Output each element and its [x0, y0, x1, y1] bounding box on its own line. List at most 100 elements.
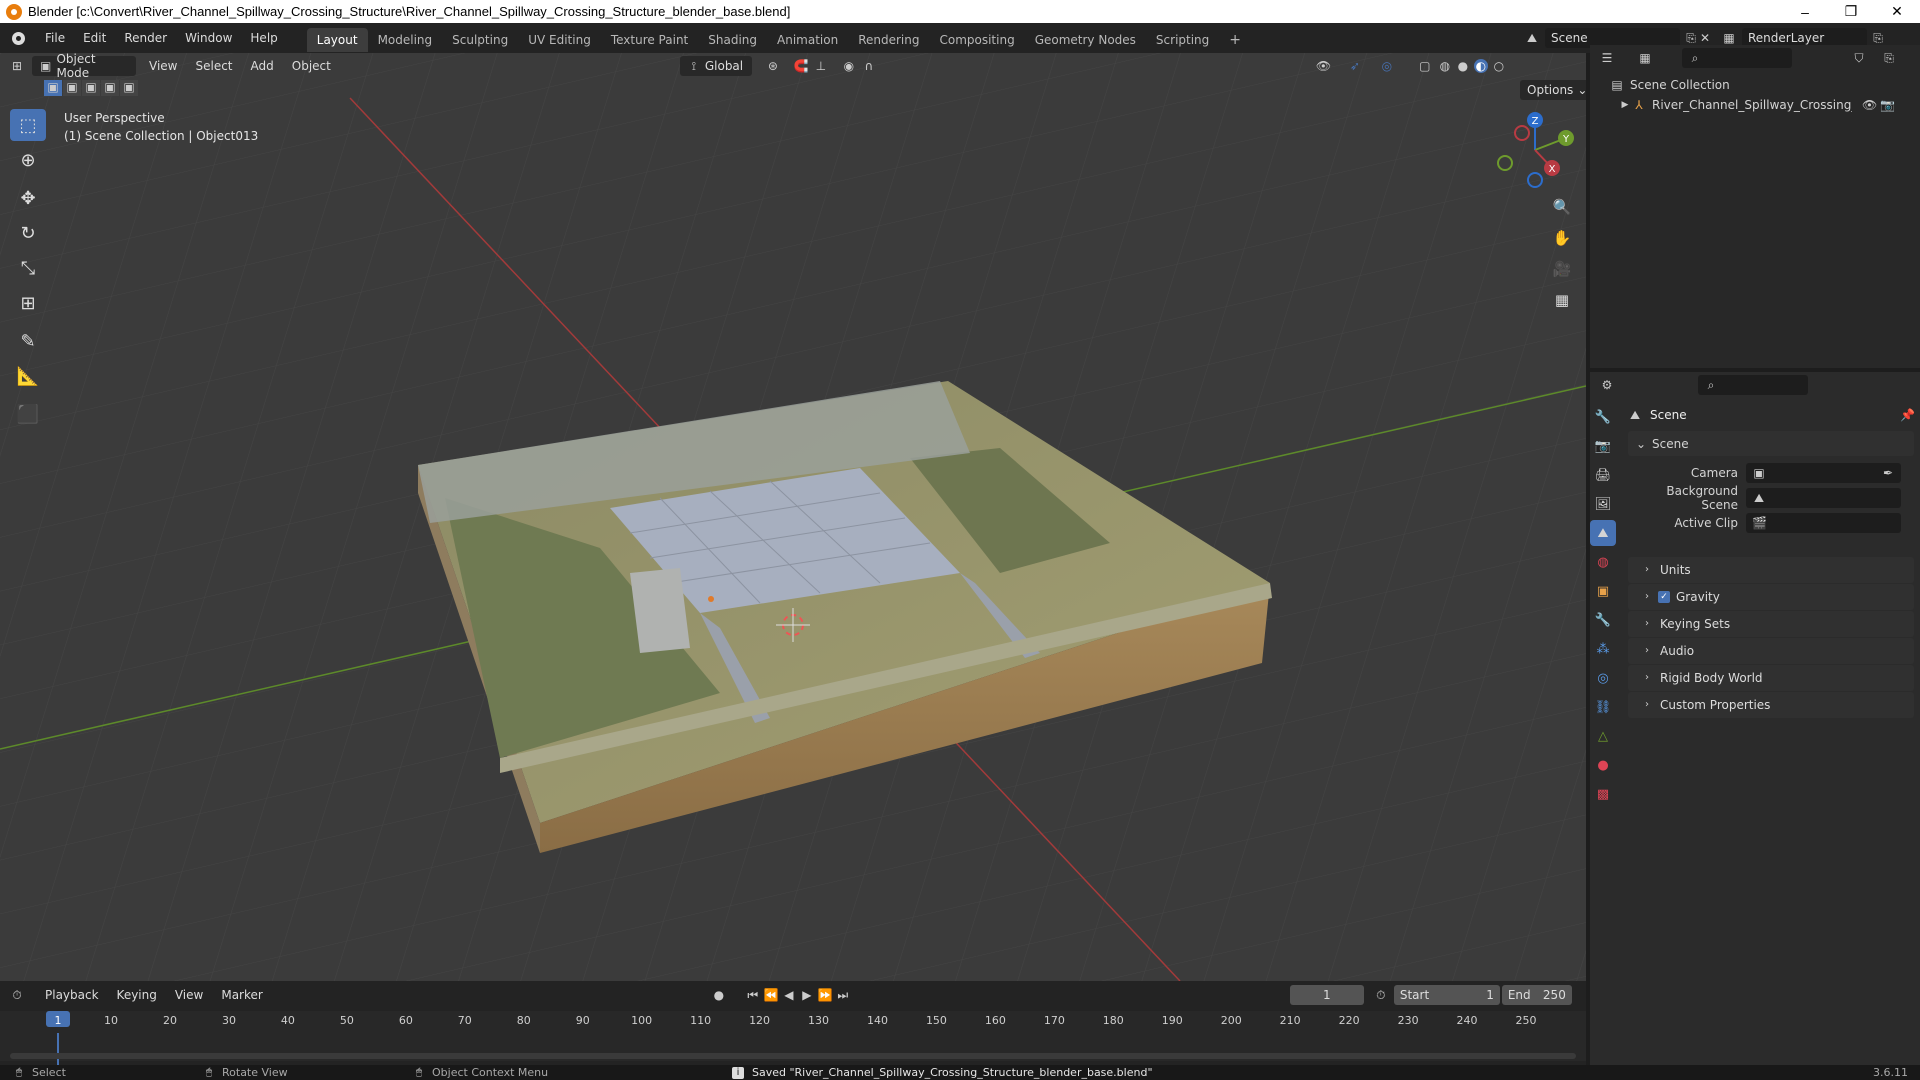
scene-icon[interactable]: ⛰ [1525, 31, 1539, 45]
zoom-icon[interactable]: 🔍 [1548, 193, 1576, 221]
end-frame-field[interactable]: End 250 [1501, 984, 1572, 1005]
gravity-checkbox[interactable]: ✓ [1658, 591, 1670, 603]
snap-target-icon[interactable]: ⊥ [814, 59, 828, 73]
outliner-search-field[interactable]: ⌕ [1682, 48, 1792, 68]
menu-file[interactable]: File [36, 23, 74, 53]
render-camera-icon[interactable]: 📷 [1880, 98, 1895, 112]
background-scene-field[interactable]: ⛰ [1746, 487, 1901, 508]
viewport-menu-select[interactable]: Select [186, 56, 241, 76]
new-view-layer-icon[interactable]: ⎘ [1871, 31, 1885, 45]
display-mode-icon[interactable]: ▦ [1638, 51, 1652, 65]
select-difference-icon[interactable]: ▣ [101, 80, 119, 96]
camera-field[interactable]: ▣ ✒ [1746, 462, 1901, 483]
solid-shading-icon[interactable]: ● [1456, 59, 1470, 73]
scene-panel-header[interactable]: ⌄ Scene [1628, 431, 1914, 456]
minimize-button[interactable]: – [1782, 4, 1828, 20]
menu-help[interactable]: Help [241, 23, 286, 53]
annotate-tool-icon[interactable]: ✎ [10, 325, 46, 357]
tab-compositing[interactable]: Compositing [929, 28, 1024, 52]
tab-uv-editing[interactable]: UV Editing [518, 28, 601, 52]
perspective-toggle-icon[interactable]: ▦ [1548, 286, 1576, 314]
filter-icon[interactable]: ⛉ [1852, 51, 1866, 65]
timeline-scrollbar[interactable] [10, 1053, 1576, 1059]
mode-selector[interactable]: ▣ Object Mode [32, 53, 136, 80]
select-extend-icon[interactable]: ▣ [63, 80, 81, 96]
view-layer-icon[interactable]: ▦ [1722, 31, 1736, 45]
panel-keying-sets[interactable]: › Keying Sets [1628, 611, 1914, 637]
data-tab-icon[interactable]: △ [1590, 723, 1616, 749]
timeline-menu-marker[interactable]: Marker [212, 985, 271, 1005]
timeline-menu-view[interactable]: View [166, 985, 212, 1005]
jump-keyframe-forward-icon[interactable]: ⏩ [818, 988, 833, 1002]
navigation-gizmo[interactable]: Z Y X [1490, 108, 1580, 193]
tab-shading[interactable]: Shading [698, 28, 767, 52]
panel-audio[interactable]: › Audio [1628, 638, 1914, 664]
proportional-edit-icon[interactable]: ◉ [842, 59, 856, 73]
close-button[interactable]: ✕ [1874, 3, 1920, 20]
jump-start-icon[interactable]: ⏮ [746, 988, 760, 1002]
tab-scripting[interactable]: Scripting [1146, 28, 1219, 52]
move-tool-icon[interactable]: ✥ [10, 182, 46, 214]
outliner-row-object[interactable]: ▶ ⅄ River_Channel_Spillway_Crossing_Stru… [1610, 95, 1920, 115]
expand-arrow-icon[interactable]: ▶ [1618, 98, 1632, 112]
pin-icon[interactable]: 📌 [1900, 408, 1915, 422]
pivot-point-icon[interactable]: ⊛ [766, 59, 780, 73]
tab-animation[interactable]: Animation [767, 28, 848, 52]
timeline-editor-type-icon[interactable]: ⏱ [10, 988, 24, 1002]
material-tab-icon[interactable]: ● [1590, 752, 1616, 778]
options-dropdown[interactable]: Options ⌄ [1520, 80, 1586, 100]
tool-tab-icon[interactable]: 🔧 [1590, 404, 1616, 430]
play-icon[interactable]: ▶ [800, 988, 814, 1002]
panel-gravity[interactable]: › ✓ Gravity [1628, 584, 1914, 610]
viewport-menu-view[interactable]: View [140, 56, 186, 76]
scene-tab-icon[interactable]: ⛰ [1590, 520, 1616, 546]
new-collection-icon[interactable]: ⎘ [1882, 51, 1896, 65]
jump-keyframe-back-icon[interactable]: ⏪ [764, 988, 779, 1002]
jump-end-icon[interactable]: ⏭ [836, 988, 850, 1002]
tab-layout[interactable]: Layout [306, 27, 368, 52]
rendered-shading-icon[interactable]: ○ [1492, 59, 1506, 73]
select-new-icon[interactable]: ▣ [44, 80, 62, 96]
render-tab-icon[interactable]: 📷 [1590, 433, 1616, 459]
eye-visibility-icon[interactable]: 👁 [1862, 98, 1877, 112]
visibility-icon[interactable]: 👁 [1316, 59, 1331, 73]
delete-scene-icon[interactable]: ✕ [1698, 31, 1712, 45]
properties-search-field[interactable]: ⌕ [1698, 375, 1808, 395]
tab-modeling[interactable]: Modeling [368, 28, 443, 52]
start-frame-field[interactable]: Start 1 [1393, 984, 1500, 1005]
panel-units[interactable]: › Units [1628, 557, 1914, 583]
pan-hand-icon[interactable]: ✋ [1548, 224, 1576, 252]
scale-tool-icon[interactable]: ⤡ [10, 252, 46, 284]
rotate-tool-icon[interactable]: ↻ [10, 217, 46, 249]
record-icon[interactable]: ● [712, 988, 726, 1002]
view-layer-tab-icon[interactable]: 🖼 [1590, 491, 1616, 517]
select-intersect-icon[interactable]: ▣ [120, 80, 138, 96]
select-subtract-icon[interactable]: ▣ [82, 80, 100, 96]
material-shading-icon[interactable]: ◐ [1473, 59, 1488, 73]
tab-geometry-nodes[interactable]: Geometry Nodes [1025, 28, 1146, 52]
menu-edit[interactable]: Edit [74, 23, 115, 53]
viewport-3d[interactable]: ⊞ ▣ Object Mode View Select Add Object ⟟… [0, 53, 1586, 981]
active-clip-field[interactable]: 🎬 [1746, 512, 1901, 533]
tab-texture-paint[interactable]: Texture Paint [601, 28, 698, 52]
eyedropper-icon[interactable]: ✒ [1881, 466, 1895, 480]
gizmo-toggle-icon[interactable]: ➶ [1348, 59, 1362, 73]
new-scene-icon[interactable]: ⎘ [1684, 31, 1698, 45]
current-frame-field[interactable]: 1 [1289, 984, 1364, 1005]
xray-icon[interactable]: ▢ [1418, 59, 1432, 73]
select-box-tool-icon[interactable]: ⬚ [10, 109, 46, 141]
timeline-ruler[interactable]: 1 10 20 30 40 50 60 70 80 90 100 110 120 130 140 150 160… [0, 1011, 1586, 1065]
properties-editor-type-icon[interactable]: ⚙ [1600, 378, 1614, 392]
transform-orientation-selector[interactable]: ⟟ Global [679, 56, 752, 76]
add-workspace-icon[interactable]: + [1219, 28, 1251, 52]
editor-type-icon[interactable]: ⊞ [10, 59, 24, 73]
viewport-menu-add[interactable]: Add [242, 56, 283, 76]
outliner-editor-type-icon[interactable]: ☰ [1600, 51, 1614, 65]
outliner-row-scene-collection[interactable]: ▤ Scene Collection [1610, 75, 1920, 95]
blender-menu-icon[interactable] [10, 29, 28, 47]
menu-window[interactable]: Window [176, 23, 241, 53]
timeline-menu-keying[interactable]: Keying [108, 985, 166, 1005]
wireframe-shading-icon[interactable]: ◍ [1438, 59, 1452, 73]
viewport-menu-object[interactable]: Object [283, 56, 340, 76]
transform-tool-icon[interactable]: ⊞ [10, 287, 46, 319]
